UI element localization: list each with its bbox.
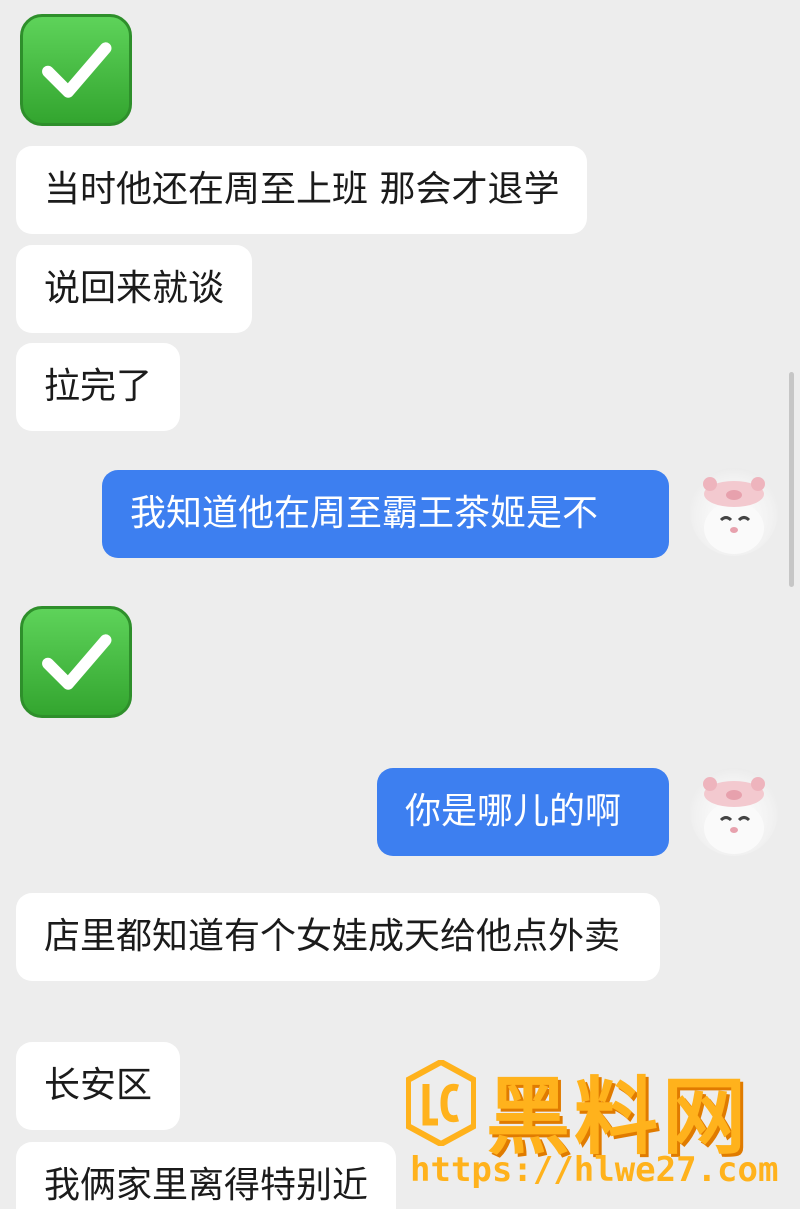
pig-mask-plush-icon [703,777,765,854]
message-bubble-incoming[interactable]: 当时他还在周至上班 那会才退学 [16,146,588,234]
user-avatar[interactable] [690,768,778,856]
watermark: 黑料网 https://hlwe27.com [400,1050,800,1200]
watermark-url: https://hlwe27.com [410,1150,779,1190]
user-avatar[interactable] [690,468,778,556]
chat-view: 当时他还在周至上班 那会才退学 说回来就谈 拉完了 我知道他在周至霸王茶姬是不 … [0,0,800,1209]
message-bubble-incoming[interactable]: 拉完了 [16,343,181,431]
message-bubble-incoming[interactable]: 我俩家里离得特别近 [16,1142,397,1209]
check-mark-icon [20,606,132,718]
site-logo-icon [406,1060,476,1146]
message-bubble-outgoing[interactable]: 你是哪儿的啊 [377,768,669,856]
message-bubble-outgoing[interactable]: 我知道他在周至霸王茶姬是不 [102,470,669,558]
check-mark-icon [20,14,132,126]
message-bubble-incoming[interactable]: 店里都知道有个女娃成天给他点外卖 [16,893,660,981]
message-bubble-incoming[interactable]: 说回来就谈 [16,245,253,333]
message-bubble-incoming[interactable]: 长安区 [16,1042,181,1130]
scrollbar[interactable] [789,372,794,587]
pig-mask-plush-icon [703,477,765,554]
